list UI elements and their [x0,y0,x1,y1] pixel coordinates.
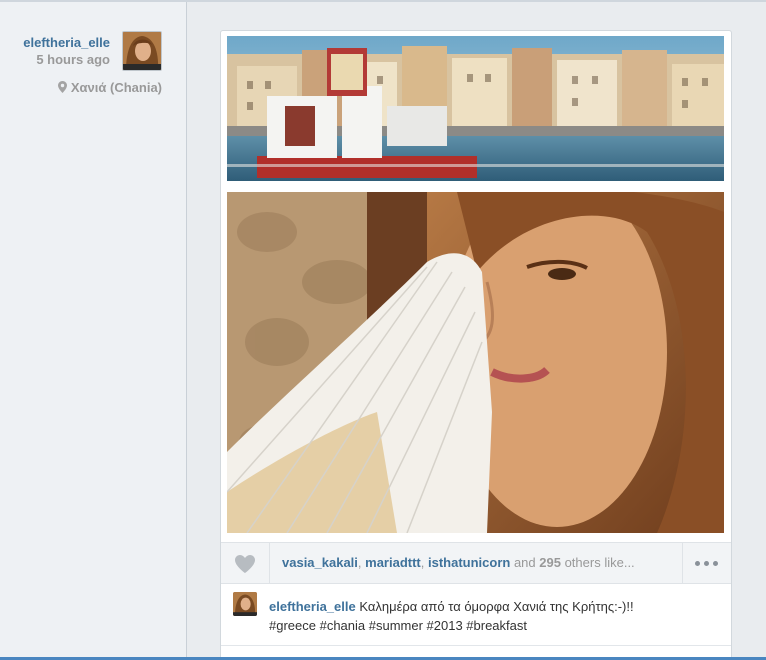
caption-text: eleftheria_elle Καλημέρα από τα όμορφα Χ… [269,597,709,635]
heart-icon [235,555,255,573]
caption-body: Καλημέρα από τα όμορφα Χανιά της Κρήτης:… [359,599,634,614]
caption-avatar[interactable] [233,592,257,616]
post-location-label: Χανιά (Chania) [70,80,162,95]
post-card: vasia_kakali, mariadttt, isthatunicorn a… [220,30,732,660]
avatar-photo [233,592,257,616]
more-options-button[interactable] [682,543,731,583]
likes-summary: vasia_kakali, mariadttt, isthatunicorn a… [282,555,682,570]
like-button[interactable] [221,543,270,583]
more-dots-icon [695,561,700,566]
liker-link[interactable]: vasia_kakali [282,555,358,570]
avatar-photo [123,32,161,70]
liker-link[interactable]: isthatunicorn [428,555,510,570]
map-pin-icon [57,81,67,93]
portrait-photo [227,192,724,533]
post-location-link[interactable]: Χανιά (Chania) [57,80,162,95]
liker-link[interactable]: mariadttt [365,555,421,570]
post-username-link[interactable]: eleftheria_elle [23,35,110,50]
card-divider [221,645,731,646]
post-photo[interactable] [227,36,724,533]
likes-others-text[interactable]: others like... [561,555,635,570]
caption-username-link[interactable]: eleftheria_elle [269,599,356,614]
likes-and-text: and [510,555,540,570]
likes-bar: vasia_kakali, mariadttt, isthatunicorn a… [221,542,731,584]
harbor-photo [227,36,724,181]
avatar[interactable] [122,31,162,71]
likes-count[interactable]: 295 [539,555,561,570]
more-dots-icon [704,561,709,566]
more-dots-icon [713,561,718,566]
liker-separator: , [420,555,428,570]
caption-hashtags[interactable]: #greece #chania #summer #2013 #breakfast [269,618,527,633]
post-meta-column: eleftheria_elle 5 hours ago Χανιά (Chani… [0,2,187,657]
caption: eleftheria_elle Καλημέρα από τα όμορφα Χ… [221,583,731,643]
post-timestamp[interactable]: 5 hours ago [36,52,110,67]
